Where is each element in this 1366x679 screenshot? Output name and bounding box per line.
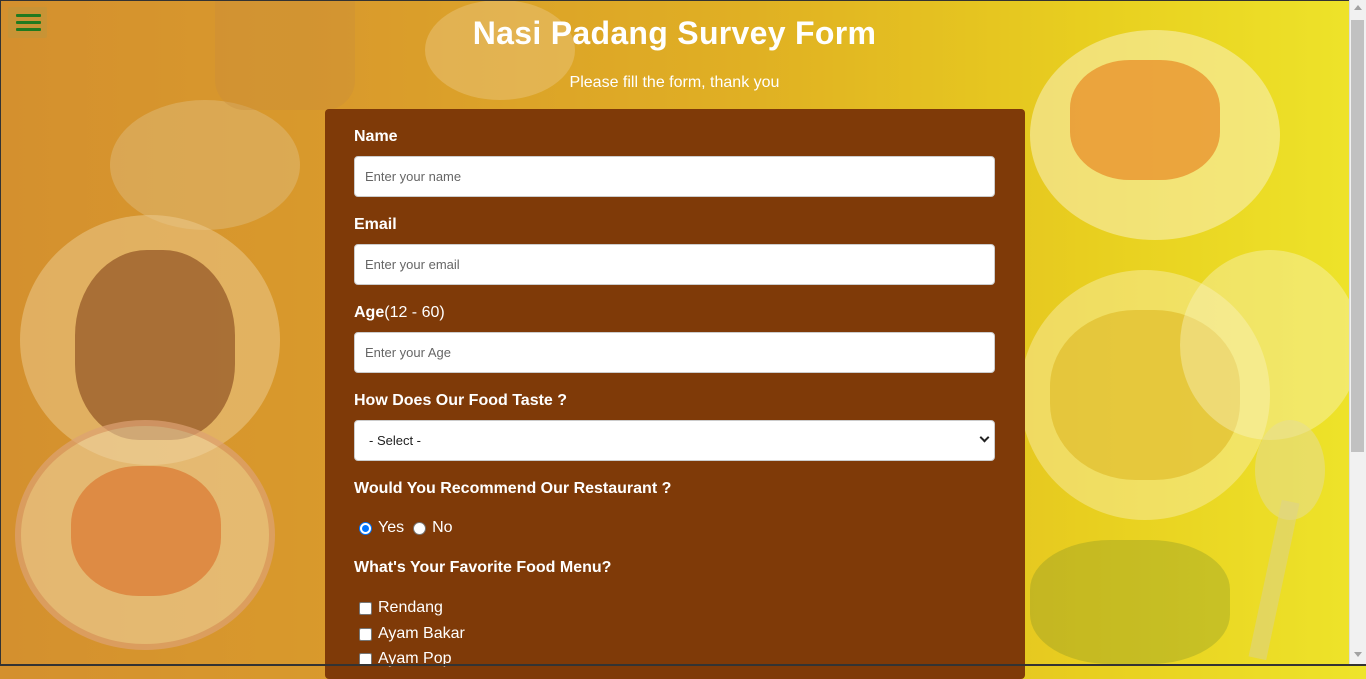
age-label: Age(12 - 60) [354, 304, 445, 322]
scroll-up-arrow-icon[interactable] [1354, 5, 1362, 10]
email-label: Email [354, 216, 397, 233]
taste-select[interactable]: - Select - [354, 420, 995, 461]
fried-food-plate-decoration [15, 420, 275, 650]
recommend-yes-label: Yes [378, 519, 405, 536]
ayam-bakar-label: Ayam Bakar [378, 625, 465, 642]
vegetable-decoration [1030, 540, 1230, 664]
age-label-text: Age [354, 304, 385, 321]
pepper-plate-decoration [1030, 30, 1280, 240]
recommend-no-radio[interactable] [413, 521, 427, 535]
recommend-no-label: No [432, 519, 453, 536]
window-border-top [0, 0, 1366, 1]
ayam-bakar-checkbox[interactable] [359, 627, 372, 641]
vertical-scrollbar[interactable] [1349, 0, 1366, 664]
recommend-label: Would You Recommend Our Restaurant ? [354, 480, 672, 497]
scroll-down-arrow-icon[interactable] [1354, 652, 1362, 657]
recommend-radio-group: Yes No [359, 519, 462, 537]
scrollbar-thumb[interactable] [1351, 20, 1364, 452]
recommend-yes-radio[interactable] [359, 521, 372, 535]
rendang-label: Rendang [378, 599, 443, 616]
plate-decoration [1180, 250, 1360, 440]
favorite-label: What's Your Favorite Food Menu? [354, 559, 612, 576]
email-input[interactable] [354, 244, 995, 285]
favorite-option-rendang: Rendang [359, 599, 443, 617]
chevron-down-icon [979, 432, 990, 443]
spoon-handle-decoration [1248, 499, 1300, 661]
favorite-option-ayam-bakar: Ayam Bakar [359, 625, 465, 643]
page-subtitle: Please fill the form, thank you [569, 74, 780, 91]
taste-select-value: - Select - [369, 433, 422, 448]
age-range-hint: (12 - 60) [384, 304, 445, 321]
survey-form: Name Email Age(12 - 60) How Does Our Foo… [325, 109, 1025, 679]
name-label: Name [354, 128, 398, 145]
page-title: Nasi Padang Survey Form [472, 15, 877, 51]
plate-decoration [110, 100, 300, 230]
taste-label: How Does Our Food Taste ? [354, 392, 568, 409]
age-input[interactable] [354, 332, 995, 373]
window-border-left [0, 0, 1, 666]
rendang-checkbox[interactable] [359, 601, 372, 615]
name-input[interactable] [354, 156, 995, 197]
